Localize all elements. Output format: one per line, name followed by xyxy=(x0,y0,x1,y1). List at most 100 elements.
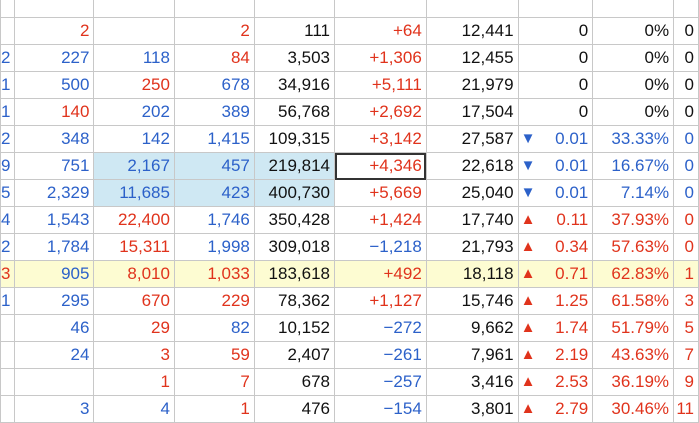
cell[interactable]: 17,740 xyxy=(425,206,519,234)
cell[interactable]: 3,503 xyxy=(253,44,336,72)
cell[interactable]: 30.46% xyxy=(592,395,675,423)
cell[interactable]: 84 xyxy=(173,44,255,72)
cell[interactable]: 751 xyxy=(14,152,95,180)
cell[interactable]: 118 xyxy=(93,44,175,72)
cell[interactable]: 1 xyxy=(0,98,16,126)
cell[interactable]: 10,152 xyxy=(253,314,336,342)
cell[interactable]: −154 xyxy=(334,395,427,423)
cell[interactable]: 37.93% xyxy=(592,206,675,234)
cell[interactable]: +1,306 xyxy=(334,44,427,72)
cell[interactable]: +492 xyxy=(334,260,427,288)
cell[interactable]: 0 xyxy=(673,71,699,99)
cell[interactable]: ▲ 2.19 xyxy=(517,341,594,369)
cell[interactable]: 8,010 xyxy=(93,260,175,288)
cell[interactable]: +1,127 xyxy=(334,287,427,315)
cell[interactable]: 2,167 xyxy=(93,152,175,180)
cell[interactable]: 7 xyxy=(173,368,255,396)
cell[interactable] xyxy=(0,368,16,396)
cell[interactable]: 229 xyxy=(173,287,255,315)
cell[interactable]: 400,730 xyxy=(253,179,336,207)
cell[interactable]: +3,142 xyxy=(334,125,427,153)
cell[interactable]: 348 xyxy=(14,125,95,153)
cell[interactable]: 0% xyxy=(592,17,675,45)
cell[interactable]: 21,979 xyxy=(425,71,519,99)
cell[interactable]: 7,961 xyxy=(425,341,519,369)
cell[interactable]: 17,504 xyxy=(425,98,519,126)
cell[interactable]: 111 xyxy=(253,17,336,45)
cell[interactable]: 24 xyxy=(14,341,95,369)
cell[interactable]: 142 xyxy=(93,125,175,153)
cell[interactable]: 33.33% xyxy=(592,125,675,153)
cell[interactable]: 227 xyxy=(14,44,95,72)
cell[interactable]: 350,428 xyxy=(253,206,336,234)
cell[interactable] xyxy=(253,0,336,18)
cell[interactable]: 1 xyxy=(0,71,16,99)
cell[interactable] xyxy=(425,0,519,18)
cell[interactable]: 670 xyxy=(93,287,175,315)
cell[interactable]: 3,801 xyxy=(425,395,519,423)
cell[interactable]: 51.79% xyxy=(592,314,675,342)
cell[interactable]: ▼ 0.01 xyxy=(517,125,594,153)
cell[interactable]: 389 xyxy=(173,98,255,126)
cell[interactable]: 29 xyxy=(93,314,175,342)
cell[interactable]: 1 xyxy=(673,260,699,288)
cell[interactable]: ▲ 0.11 xyxy=(517,206,594,234)
cell[interactable]: ▲ 0.71 xyxy=(517,260,594,288)
cell[interactable]: 1,784 xyxy=(14,233,95,261)
cell[interactable]: ▲ 2.79 xyxy=(517,395,594,423)
cell[interactable]: 3 xyxy=(93,341,175,369)
cell[interactable] xyxy=(0,395,16,423)
cell[interactable]: 61.58% xyxy=(592,287,675,315)
cell[interactable]: 2,329 xyxy=(14,179,95,207)
cell[interactable]: ▲ 0.34 xyxy=(517,233,594,261)
cell[interactable]: 7 xyxy=(673,341,699,369)
cell[interactable] xyxy=(173,0,255,18)
cell[interactable]: 678 xyxy=(173,71,255,99)
cell[interactable]: 22,618 xyxy=(425,152,519,180)
cell[interactable]: −1,218 xyxy=(334,233,427,261)
cell[interactable] xyxy=(0,0,16,18)
cell[interactable]: ▼ 0.01 xyxy=(517,179,594,207)
cell[interactable]: +5,669 xyxy=(334,179,427,207)
cell[interactable]: 4 xyxy=(93,395,175,423)
cell[interactable]: +4,346 xyxy=(334,152,427,180)
cell[interactable]: 7.14% xyxy=(592,179,675,207)
cell[interactable]: 0 xyxy=(517,17,594,45)
cell[interactable]: 250 xyxy=(93,71,175,99)
cell[interactable]: 183,618 xyxy=(253,260,336,288)
cell[interactable]: 1 xyxy=(0,287,16,315)
cell[interactable]: 43.63% xyxy=(592,341,675,369)
cell[interactable] xyxy=(592,0,675,18)
cell[interactable]: 3,416 xyxy=(425,368,519,396)
cell[interactable] xyxy=(517,0,594,18)
cell[interactable]: 140 xyxy=(14,98,95,126)
cell[interactable]: 476 xyxy=(253,395,336,423)
cell[interactable]: 59 xyxy=(173,341,255,369)
cell[interactable]: 2 xyxy=(0,233,16,261)
cell[interactable]: 309,018 xyxy=(253,233,336,261)
cell[interactable]: 1 xyxy=(173,395,255,423)
cell[interactable]: 0 xyxy=(673,98,699,126)
cell[interactable] xyxy=(0,17,16,45)
cell[interactable]: −261 xyxy=(334,341,427,369)
cell[interactable]: 1,746 xyxy=(173,206,255,234)
cell[interactable]: 2 xyxy=(0,125,16,153)
cell[interactable]: 9 xyxy=(0,152,16,180)
cell[interactable]: 15,311 xyxy=(93,233,175,261)
cell[interactable] xyxy=(334,0,427,18)
cell[interactable]: 16.67% xyxy=(592,152,675,180)
cell[interactable]: 12,441 xyxy=(425,17,519,45)
cell[interactable]: +1,424 xyxy=(334,206,427,234)
cell[interactable]: 11,685 xyxy=(93,179,175,207)
cell[interactable]: ▲ 2.53 xyxy=(517,368,594,396)
cell[interactable]: −257 xyxy=(334,368,427,396)
cell[interactable]: 0 xyxy=(673,17,699,45)
cell[interactable]: ▼ 0.01 xyxy=(517,152,594,180)
cell[interactable] xyxy=(673,0,699,18)
cell[interactable]: 0 xyxy=(517,71,594,99)
cell[interactable]: 2,407 xyxy=(253,341,336,369)
cell[interactable]: 0% xyxy=(592,71,675,99)
cell[interactable]: 5 xyxy=(0,179,16,207)
cell[interactable]: 25,040 xyxy=(425,179,519,207)
cell[interactable]: 1 xyxy=(93,368,175,396)
